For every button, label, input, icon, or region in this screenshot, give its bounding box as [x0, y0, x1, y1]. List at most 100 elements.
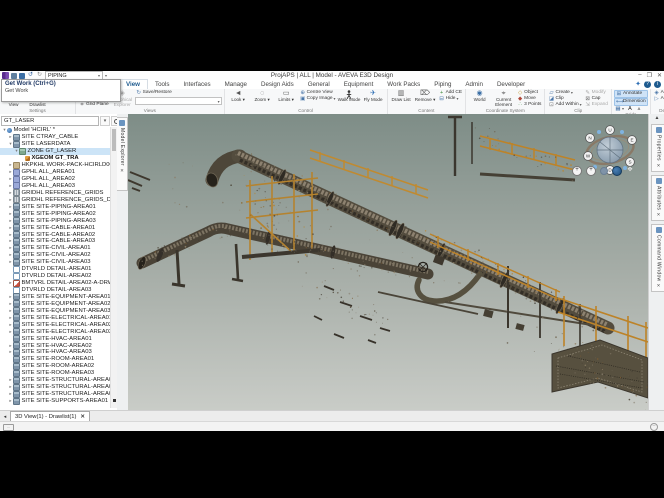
close-icon[interactable]: ✕ [657, 212, 661, 218]
ribbon-button-zoom[interactable]: ◌Zoom ▾ [251, 90, 274, 103]
info-icon[interactable]: i [654, 81, 661, 88]
ribbon-button-save-restore[interactable]: ↻Save/Restore [135, 90, 222, 96]
tree-item-gridhl-reference-grids-detail[interactable]: ▸GRIDHL REFERENCE_GRIDS_DETAIL [0, 196, 110, 203]
status-circle-icon[interactable]: – [650, 423, 658, 431]
pan-hand-icon[interactable]: ✥ [626, 167, 634, 175]
tree-item-site-site-cable-area01[interactable]: ▸SITE SITE-CABLE-AREA01 [0, 224, 110, 231]
tree-scrollbar-thumb[interactable] [112, 129, 116, 151]
tree-item-site-site-equipment-area01[interactable]: ▸SITE SITE-EQUIPMENT-AREA01 [0, 294, 110, 301]
tree-item-site-site-equipment-area03[interactable]: ▸SITE SITE-EQUIPMENT-AREA03 [0, 307, 110, 314]
ribbon-button-copy-image[interactable]: ▣Copy Image▾ [299, 96, 337, 102]
ribbon-button-draw-list[interactable]: ▥Draw List [390, 90, 413, 103]
tree-scrollbar[interactable] [110, 127, 117, 408]
tree-item-site-site-piping-area02[interactable]: ▸SITE SITE-PIPING-AREA02 [0, 210, 110, 217]
tab-developer[interactable]: Developer [490, 80, 532, 89]
tree-item-site-site-piping-area01[interactable]: ▸SITE SITE-PIPING-AREA01 [0, 203, 110, 210]
ribbon-button-limits[interactable]: ▭Limits ▾ [275, 90, 298, 103]
tree-item-gridhl-reference-grids[interactable]: ▸GRIDHL REFERENCE_GRIDS [0, 189, 110, 196]
zoom-out-button[interactable]: + [586, 166, 596, 176]
save-restore-combobox[interactable]: ▾ [135, 97, 222, 105]
tree-item-site-site-room-area03[interactable]: SITE SITE-ROOM-AREA03 [0, 370, 110, 377]
tree-item-site-site-hvac-area02[interactable]: ▸SITE SITE-HVAC-AREA02 [0, 342, 110, 349]
tree-item-dtvrld-detail-area03[interactable]: DTVRLD DETAIL-AREA03 [0, 287, 110, 294]
tree-item-site-site-room-area02[interactable]: SITE SITE-ROOM-AREA02 [0, 363, 110, 370]
tab-manage[interactable]: Manage [218, 80, 254, 89]
minimize-button[interactable]: – [638, 72, 641, 79]
close-button[interactable]: ✕ [657, 72, 662, 79]
tree-item-dtvrld-detail-area01[interactable]: DTVRLD DETAIL-AREA01 [0, 266, 110, 273]
tree-item-site-site-equipment-area02[interactable]: ▸SITE SITE-EQUIPMENT-AREA02 [0, 300, 110, 307]
ribbon-button-walk-mode[interactable]: Walk Mode [338, 90, 361, 103]
restore-button[interactable]: ❐ [647, 72, 652, 79]
tab-general[interactable]: General [301, 80, 337, 89]
orbit-dot-button[interactable] [600, 167, 608, 175]
tab-tools[interactable]: Tools [148, 80, 176, 89]
command-prompt-icon[interactable]: ... [3, 424, 14, 431]
tree-item-site-site-cable-area03[interactable]: ▸SITE SITE-CABLE-AREA03 [0, 238, 110, 245]
tree-item-zone-gt-laser[interactable]: ▾ZONE GT_LASER [0, 148, 110, 155]
globe-button[interactable] [612, 166, 622, 176]
search-input[interactable] [1, 116, 99, 126]
tree-item-site-site-electrical-area02[interactable]: ▸SITE SITE-ELECTRICAL-AREA02 [0, 321, 110, 328]
tree-item-gphl-all-area02[interactable]: ▸GPHL ALL_AREA02 [0, 176, 110, 183]
search-dropdown-button[interactable]: ▾ [100, 116, 110, 126]
tab-properties[interactable]: Properties✕ [651, 124, 664, 172]
ribbon-button-world[interactable]: ◉World [468, 90, 491, 103]
tree-item-hkpkhl-work-pack-hcirld001[interactable]: ▸HKPKHL WORK-PACK-HCIRLD001 [0, 162, 110, 169]
tab-attributes[interactable]: Attributes✕ [651, 175, 664, 221]
ribbon-button-hide[interactable]: ⊟Hide▾ [438, 96, 464, 102]
tree-item-site-site-supports-area01[interactable]: ▸SITE SITE-SUPPORTS-AREA01 [0, 398, 110, 405]
tree-item-site-site-structural-area01[interactable]: ▸SITE SITE-STRUCTURAL-AREA01 [0, 377, 110, 384]
tab-admin[interactable]: Admin [458, 80, 490, 89]
compass-button-e[interactable]: E [628, 136, 637, 145]
zoom-in-button[interactable]: + [572, 166, 582, 176]
ribbon-button-aids[interactable]: ▷Aids▾ [653, 96, 664, 102]
compass-button-n[interactable]: N [586, 134, 595, 143]
tree-item-site-site-civil-area03[interactable]: ▸SITE SITE-CIVIL-AREA03 [0, 259, 110, 266]
tree-item-dtvrld-detail-area02[interactable]: DTVRLD DETAIL-AREA02 [0, 273, 110, 280]
tree-item-site-site-electrical-area03[interactable]: ▸SITE SITE-ELECTRICAL-AREA03 [0, 328, 110, 335]
tree-item-bmtvrl-detail-area02-a-drwg[interactable]: ▸BMTVRL DETAIL-AREA02-A-DRWG [0, 280, 110, 287]
tree-item-site-site-structural-area03[interactable]: ▸SITE SITE-STRUCTURAL-AREA03 [0, 391, 110, 398]
tab-model-explorer[interactable]: Model Explorer ✕ [117, 117, 128, 191]
tree-item-site-site-civil-area02[interactable]: ▸SITE SITE-CIVIL-AREA02 [0, 252, 110, 259]
tab-interfaces[interactable]: Interfaces [176, 80, 217, 89]
tree-item-gphl-all-area01[interactable]: ▸GPHL ALL_AREA01 [0, 169, 110, 176]
tree-item-site-laserdata[interactable]: ▾SITE LASERDATA [0, 141, 110, 148]
compass-button-u[interactable]: U [606, 126, 615, 135]
tree-item-site-site-cable-area02[interactable]: ▸SITE SITE-CABLE-AREA02 [0, 231, 110, 238]
dock-scroll-up-icon[interactable]: ▲ [649, 114, 664, 122]
ribbon-button-fly-mode[interactable]: ✈Fly Mode [362, 90, 385, 103]
tab-command-window[interactable]: Command Window✕ [651, 224, 664, 292]
compass-button-w[interactable]: W [584, 152, 593, 161]
tree-item-site-site-electrical-area01[interactable]: ▸SITE SITE-ELECTRICAL-AREA01 [0, 314, 110, 321]
tab-design-aids[interactable]: Design Aids [254, 80, 301, 89]
close-icon[interactable]: ✕ [657, 163, 661, 169]
ribbon-button-look[interactable]: ◄Look ▾ [227, 90, 250, 103]
tree-item-site-site-civil-area01[interactable]: ▸SITE SITE-CIVIL-AREA01 [0, 245, 110, 252]
view-tab-close-icon[interactable]: ✕ [80, 414, 85, 420]
tree-item-label: SITE SITE-PIPING-AREA03 [22, 218, 96, 224]
tree-item-xgeom-gt-tra[interactable]: XGEOM GT_TRA [0, 155, 110, 162]
tab-piping[interactable]: Piping [427, 80, 458, 89]
help-icon[interactable]: ? [644, 81, 651, 88]
ribbon-button-current-element[interactable]: ⌖Current Element [492, 90, 515, 108]
tree-item-gphl-all-area03[interactable]: ▸GPHL ALL_AREA03 [0, 183, 110, 190]
tree-item-site-ctray-cable[interactable]: ▸SITE CTRAY_CABLE [0, 134, 110, 141]
tab-work-packs[interactable]: Work Packs [380, 80, 427, 89]
tree-item-site-site-room-area01[interactable]: SITE SITE-ROOM-AREA01 [0, 356, 110, 363]
viewport-3d[interactable]: UNWSED + + ✥ [128, 114, 648, 410]
style-diamond-icon[interactable]: ✦ [635, 80, 641, 89]
tree-item-site-site-piping-area03[interactable]: ▸SITE SITE-PIPING-AREA03 [0, 217, 110, 224]
close-icon[interactable]: ✕ [120, 168, 124, 174]
tree-item-model-hcirl[interactable]: ▾Model 'HCIRL' * [0, 127, 110, 134]
tree-item-site-site-hvac-area03[interactable]: ▸SITE SITE-HVAC-AREA03 [0, 349, 110, 356]
tab-equipment[interactable]: Equipment [337, 80, 381, 89]
ribbon-button-annotate[interactable]: ⊞Annotate [614, 90, 648, 98]
point-cloud-canvas[interactable] [128, 114, 648, 410]
close-icon[interactable]: ✕ [657, 283, 661, 289]
ribbon-button-dimension[interactable]: ⟷Dimension [614, 98, 648, 106]
tree-item-site-site-hvac-area01[interactable]: SITE SITE-HVAC-AREA01 [0, 335, 110, 342]
ribbon-button-remove[interactable]: ⌦Remove ▾ [414, 90, 437, 103]
tree-item-site-site-structural-area02[interactable]: ▸SITE SITE-STRUCTURAL-AREA02 [0, 384, 110, 391]
